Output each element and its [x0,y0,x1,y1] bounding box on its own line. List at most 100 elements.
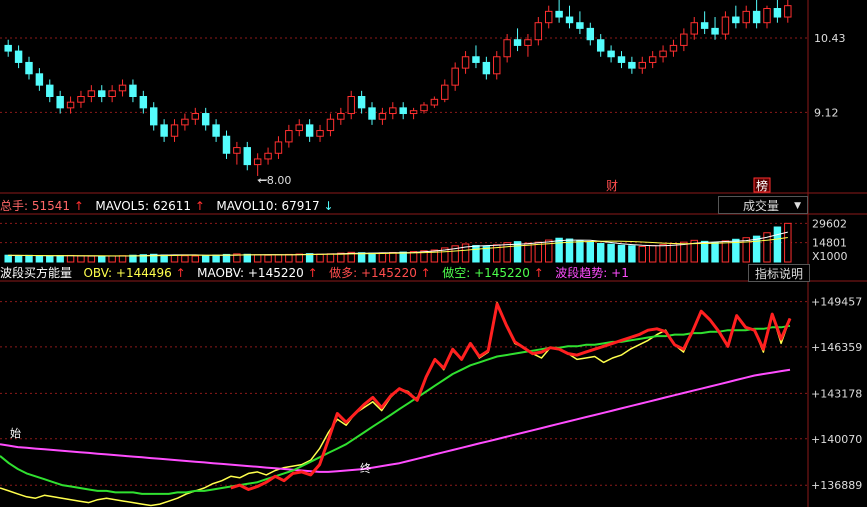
candle-body[interactable] [201,113,210,126]
volume-bar[interactable] [316,253,324,263]
volume-bar[interactable] [212,254,220,263]
volume-bar[interactable] [617,244,626,263]
volume-bar[interactable] [711,242,719,263]
candle-body[interactable] [669,44,678,52]
candle-body[interactable] [773,8,782,18]
volume-bar[interactable] [77,255,85,263]
volume-bar[interactable] [4,254,12,263]
candle-body[interactable] [461,56,470,69]
candle-body[interactable] [493,56,501,75]
volume-bar[interactable] [35,255,44,263]
candle-body[interactable] [87,90,96,98]
candle-body[interactable] [680,33,688,46]
candle-body[interactable] [305,124,314,137]
candle-body[interactable] [596,39,605,52]
candle-body[interactable] [742,10,750,24]
volume-bar[interactable] [25,254,33,263]
candle-body[interactable] [347,96,355,115]
volume-bar[interactable] [201,254,210,263]
volume-bar[interactable] [108,255,116,263]
candle-body[interactable] [628,61,636,69]
candle-body[interactable] [118,84,127,92]
volume-bar[interactable] [534,241,543,263]
candle-body[interactable] [711,27,719,35]
candle-body[interactable] [170,124,179,137]
volume-bar[interactable] [472,245,480,263]
candle-body[interactable] [150,107,158,126]
volume-bar[interactable] [368,252,376,263]
indicator-help-button[interactable]: 指标说明 [748,264,811,282]
volume-bar[interactable] [721,240,730,263]
candle-body[interactable] [243,147,251,166]
candle-body[interactable] [378,113,387,120]
volume-bar[interactable] [326,253,335,263]
candle-body[interactable] [690,22,698,35]
candle-body[interactable] [181,118,189,126]
candle-body[interactable] [763,8,771,24]
volume-bar[interactable] [607,243,615,263]
candle-body[interactable] [752,10,761,24]
candle-body[interactable] [451,67,459,86]
candle-body[interactable] [139,96,148,109]
volume-bar[interactable] [66,254,75,263]
candle-body[interactable] [732,16,740,24]
candle-body[interactable] [66,101,75,109]
candle-body[interactable] [77,96,85,103]
candle-body[interactable] [337,113,345,120]
candle-body[interactable] [25,61,33,75]
candle-body[interactable] [264,152,272,160]
candle-body[interactable] [253,158,262,166]
candle-body[interactable] [784,5,792,18]
volume-indicator-dropdown[interactable]: 成交量 ▼ [718,196,808,214]
candle-body[interactable] [607,50,615,58]
volume-bar[interactable] [191,255,200,263]
volume-bar[interactable] [46,255,54,263]
candle-body[interactable] [534,22,543,41]
candle-body[interactable] [326,118,335,132]
volume-bar[interactable] [253,254,262,263]
indicator-panel[interactable]: +149457 +146359 +143178 +140070 +136889 始终 [0,296,862,507]
candle-body[interactable] [212,124,220,137]
volume-bar[interactable] [669,243,678,263]
candle-body[interactable] [721,16,730,35]
candle-body[interactable] [524,39,532,46]
candle-body[interactable] [617,56,626,63]
volume-bar[interactable] [181,255,189,263]
candle-body[interactable] [222,135,231,154]
volume-bar[interactable] [555,237,563,263]
volume-bar[interactable] [596,242,605,263]
volume-bar[interactable] [118,255,127,263]
candle-body[interactable] [233,147,241,154]
price-panel[interactable]: 10.43 9.12 ←8.00 财 榜 [4,0,846,193]
candle-body[interactable] [316,130,324,137]
candle-body[interactable] [565,16,574,24]
volume-bar[interactable] [524,242,532,263]
stock-chart[interactable]: 10.43 9.12 ←8.00 财 榜 29602 14801X1000 +149457… [0,0,867,507]
volume-bar[interactable] [659,244,667,263]
candle-body[interactable] [472,56,480,63]
candle-body[interactable] [638,61,646,69]
volume-bar[interactable] [700,240,709,263]
candle-body[interactable] [409,110,418,115]
candle-body[interactable] [14,50,23,63]
volume-bar[interactable] [576,240,584,263]
volume-bar[interactable] [98,255,106,263]
candle-body[interactable] [368,107,376,120]
candle-body[interactable] [399,107,407,115]
candle-body[interactable] [513,39,522,46]
candle-body[interactable] [648,56,657,63]
candle-body[interactable] [98,90,106,98]
candle-body[interactable] [108,90,116,98]
candle-body[interactable] [430,98,439,106]
volume-bar[interactable] [274,254,283,263]
candle-body[interactable] [503,39,511,58]
candle-body[interactable] [441,84,449,100]
volume-bar[interactable] [378,252,387,263]
candle-body[interactable] [129,84,137,97]
candle-body[interactable] [4,44,12,52]
volume-bar[interactable] [285,253,293,263]
volume-bar[interactable] [503,242,511,263]
volume-bar[interactable] [586,241,595,263]
candle-body[interactable] [191,113,200,120]
candle-body[interactable] [46,84,54,97]
